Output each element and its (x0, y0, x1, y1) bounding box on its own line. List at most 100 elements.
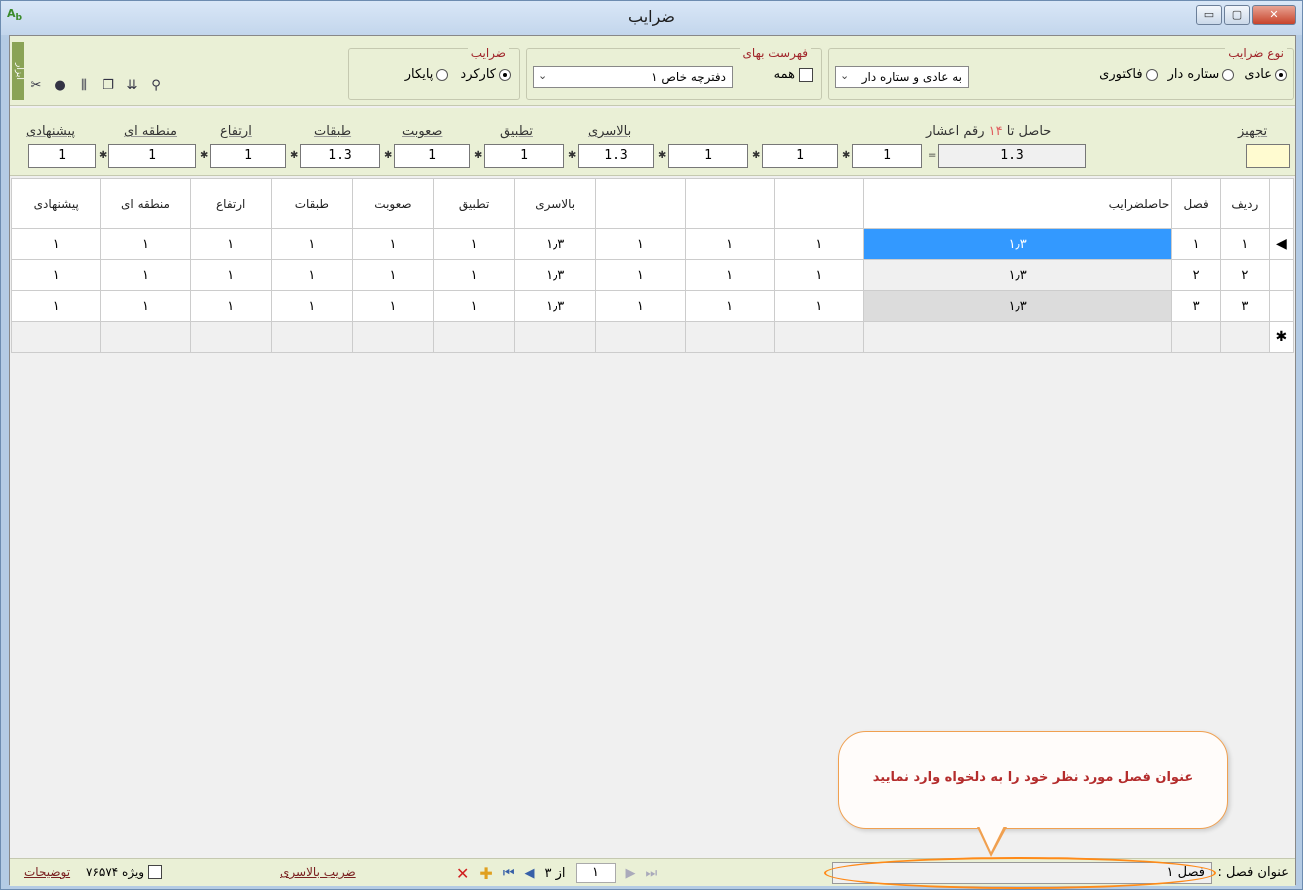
table-cell[interactable]: ۱ (595, 259, 686, 291)
table-cell[interactable]: ۱ (189, 290, 272, 322)
table-cell[interactable]: ۱ (595, 228, 686, 260)
table-cell[interactable]: ۱٫۳ (514, 259, 597, 291)
table-cell[interactable]: ۱ (270, 259, 353, 291)
table-cell[interactable]: ۱ (10, 290, 102, 322)
table-cell[interactable]: ۱ (432, 228, 516, 260)
field-tb[interactable]: 1.3 (300, 144, 380, 168)
table-cell[interactable]: ۱٫۳ (862, 228, 1173, 260)
prev-record-icon[interactable]: ◀ (525, 866, 535, 881)
table-cell[interactable] (270, 321, 353, 353)
column-header-4[interactable] (684, 178, 775, 229)
table-cell[interactable]: ۱ (773, 259, 865, 291)
column-header-10[interactable]: ارتفاع (189, 178, 272, 229)
row-selector[interactable] (1268, 259, 1295, 291)
table-cell[interactable]: ۱ (270, 228, 353, 260)
table-cell[interactable]: ۱ (100, 228, 191, 260)
column-header-9[interactable]: طبقات (270, 178, 353, 229)
title-bar[interactable]: Ab ضرایب ▭ ▢ ✕ (1, 1, 1302, 35)
table-cell[interactable]: ۱٫۳ (862, 259, 1173, 291)
table-cell[interactable]: ۱ (351, 228, 435, 260)
field-t[interactable]: 1 (484, 144, 564, 168)
table-cell[interactable]: ۳ (1171, 290, 1221, 322)
table-cell[interactable]: ۲ (1220, 259, 1270, 291)
column-header-8[interactable]: صعوبت (351, 178, 435, 229)
globe-icon[interactable]: ● (52, 78, 68, 94)
radio-normal[interactable]: عادی (1244, 67, 1287, 82)
table-cell[interactable]: ۱ (432, 259, 516, 291)
column-header-3[interactable] (773, 178, 865, 229)
table-cell[interactable]: ۱٫۳ (862, 290, 1173, 322)
table-row[interactable]: ۳ ۳ ۱٫۳ ۱ ۱ ۱ ۱٫۳ ۱ ۱ ۱ ۱ ۱ ۱ (10, 290, 1295, 322)
column-header-12[interactable]: پیشنهادی (10, 178, 102, 229)
column-header-6[interactable]: بالاسری (514, 178, 597, 229)
field-m[interactable]: 1 (108, 144, 196, 168)
table-cell[interactable] (10, 321, 102, 353)
table-cell[interactable] (100, 321, 191, 353)
table-cell[interactable]: ۱ (684, 259, 775, 291)
table-cell[interactable]: ۲ (1171, 259, 1221, 291)
next-record-icon[interactable]: ▶ (626, 866, 636, 881)
copy-icon[interactable]: ❐ (100, 78, 116, 94)
field-extra2[interactable]: 1 (762, 144, 838, 168)
notes-link[interactable]: توضیحات (24, 865, 70, 879)
radio-star[interactable]: ستاره دار (1168, 67, 1235, 82)
table-row[interactable]: ۲ ۲ ۱٫۳ ۱ ۱ ۱ ۱٫۳ ۱ ۱ ۱ ۱ ۱ ۱ (10, 259, 1295, 291)
table-cell[interactable]: ۱ (684, 228, 775, 260)
table-cell[interactable]: ۱٫۳ (514, 290, 597, 322)
table-cell[interactable]: ۱ (351, 259, 435, 291)
table-cell[interactable] (684, 321, 775, 353)
equip-field[interactable] (1246, 144, 1290, 168)
first-record-icon[interactable]: ⏮ (503, 866, 515, 881)
table-cell[interactable] (1171, 321, 1221, 353)
column-header-1[interactable]: فصل (1171, 178, 1221, 229)
table-cell[interactable]: ۱ (1220, 228, 1270, 260)
radio-paykar[interactable]: پایکار (405, 67, 449, 82)
tools-side-tab[interactable]: ابزار (12, 42, 24, 100)
table-cell[interactable] (432, 321, 516, 353)
table-cell[interactable]: ۱ (189, 259, 272, 291)
all-checkbox[interactable] (799, 67, 813, 82)
table-cell[interactable]: ۱ (270, 290, 353, 322)
table-cell[interactable]: ۱ (1171, 228, 1221, 260)
columns-icon[interactable]: ⫼ (76, 78, 92, 94)
table-cell[interactable] (1220, 321, 1270, 353)
table-cell[interactable]: ۱ (10, 228, 102, 260)
field-e[interactable]: 1 (210, 144, 286, 168)
field-extra1[interactable]: 1 (668, 144, 748, 168)
table-cell[interactable] (189, 321, 272, 353)
row-selector[interactable] (1268, 290, 1295, 322)
sort-icon[interactable]: ⇊ (124, 78, 140, 94)
table-cell[interactable] (862, 321, 1173, 353)
link-icon[interactable]: ✂ (28, 78, 44, 94)
field-s[interactable]: 1 (394, 144, 470, 168)
column-header-11[interactable]: منطقه ای (100, 178, 191, 229)
minimize-button[interactable]: ▭ (1196, 5, 1222, 25)
column-header-2[interactable]: حاصلضرایب (862, 178, 1173, 229)
last-record-icon[interactable]: ⏭ (646, 866, 658, 881)
table-cell[interactable]: ۱ (351, 290, 435, 322)
column-header-5[interactable] (595, 178, 686, 229)
table-cell[interactable]: ۱ (432, 290, 516, 322)
row-selector[interactable]: ◀ (1268, 228, 1295, 260)
column-header-0[interactable]: ردیف (1220, 178, 1270, 229)
special-checkbox[interactable] (147, 865, 162, 879)
record-position[interactable]: ۱ (575, 863, 616, 883)
close-button[interactable]: ✕ (1252, 5, 1296, 25)
table-cell[interactable]: ۱ (773, 228, 865, 260)
maximize-button[interactable]: ▢ (1224, 5, 1250, 25)
radio-karkard[interactable]: کارکرد (460, 67, 511, 82)
table-cell[interactable]: ۱٫۳ (514, 228, 597, 260)
column-header-7[interactable]: تطبیق (432, 178, 516, 229)
table-cell[interactable]: ۱ (100, 290, 191, 322)
field-b[interactable]: 1.3 (578, 144, 654, 168)
table-cell[interactable]: ۱ (10, 259, 102, 291)
table-cell[interactable]: ۱ (100, 259, 191, 291)
table-row[interactable]: ◀ ۱ ۱ ۱٫۳ ۱ ۱ ۱ ۱٫۳ ۱ ۱ ۱ ۱ ۱ ۱ (10, 228, 1295, 260)
radio-factorial[interactable]: فاکتوری (1099, 67, 1158, 82)
table-cell[interactable]: ۱ (595, 290, 686, 322)
overhead-link[interactable]: ضریب بالاسری (280, 865, 356, 879)
table-cell[interactable] (595, 321, 686, 353)
coef-type-combo[interactable]: به عادی و ستاره دار ⌄ (835, 66, 969, 88)
add-record-icon[interactable]: ✚ (479, 864, 492, 883)
field-p[interactable]: 1 (28, 144, 96, 168)
